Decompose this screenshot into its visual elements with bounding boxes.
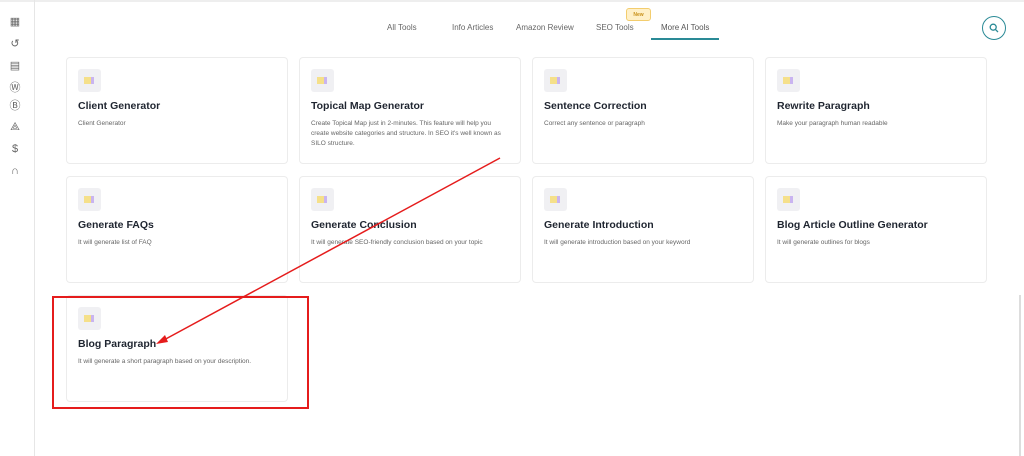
scrollbar[interactable] [1019,295,1021,456]
annotation-arrow [156,157,501,344]
